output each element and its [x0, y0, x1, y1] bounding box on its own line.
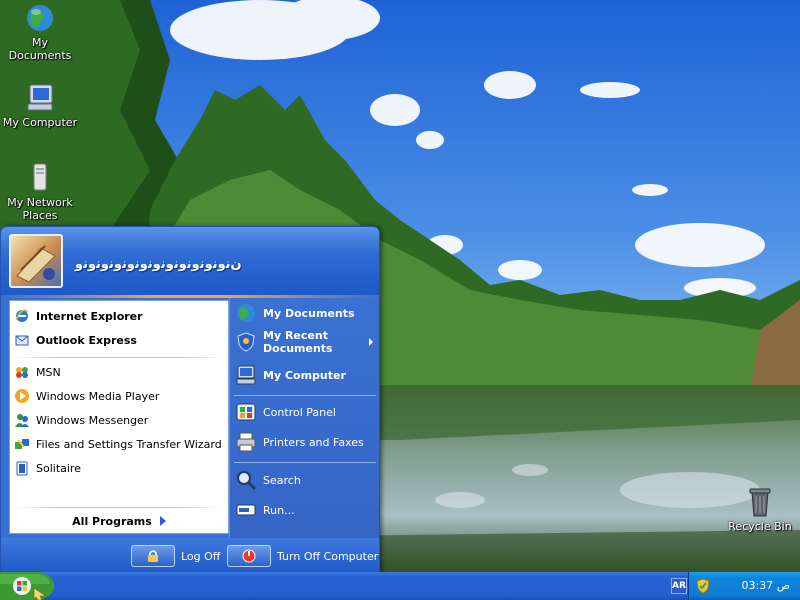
user-avatar[interactable] [9, 234, 63, 288]
globe-icon [237, 304, 255, 322]
menu-item-label: Windows Messenger [36, 413, 149, 427]
menu-separator [234, 462, 376, 463]
outlook-express-icon [15, 335, 29, 346]
desktop-icon-my-network-places[interactable]: My Network Places [0, 162, 80, 222]
search-icon [237, 471, 257, 491]
recycle-bin-icon [749, 488, 771, 517]
menu-item-search[interactable]: Search [235, 469, 375, 491]
menu-item-control-panel[interactable]: Control Panel [235, 401, 375, 423]
desktop-icon-label: Recycle Bin [728, 520, 792, 533]
menu-item-my-documents[interactable]: My Documents [235, 302, 375, 324]
menu-item-label: Control Panel [263, 405, 336, 419]
desktop-icon-my-documents[interactable]: My Documents [0, 2, 80, 62]
security-shield-icon[interactable] [695, 578, 711, 594]
menu-item-msn[interactable]: MSN [14, 361, 224, 383]
start-button[interactable] [0, 572, 56, 600]
solitaire-icon [16, 461, 28, 476]
language-indicator[interactable]: AR [671, 578, 687, 594]
menu-item-outlook-express[interactable]: Outlook Express [14, 329, 224, 351]
menu-separator [234, 395, 376, 396]
turn-off-computer-button[interactable]: Turn Off Computer [227, 545, 378, 567]
power-icon [242, 549, 256, 563]
menu-item-label: Files and Settings Transfer Wizard [36, 437, 222, 451]
printer-icon [236, 432, 256, 452]
transfer-wizard-icon [15, 439, 29, 449]
menu-item-label: Printers and Faxes [263, 435, 364, 449]
log-off-label: Log Off [181, 549, 221, 563]
start-menu-footer: Log Off Turn Off Computer [1, 538, 379, 572]
menu-item-my-recent-documents[interactable]: My Recent Documents [235, 329, 375, 355]
menu-separator [14, 507, 224, 508]
menu-item-label: Solitaire [36, 461, 81, 475]
menu-separator [14, 357, 224, 358]
menu-item-label: Outlook Express [36, 333, 137, 347]
internet-explorer-icon [15, 309, 29, 322]
menu-item-solitaire[interactable]: Solitaire [14, 457, 224, 479]
start-menu-places-pane: My Documents My Recent Documents My Comp… [229, 298, 379, 538]
run-icon [236, 504, 256, 516]
desktop-icon-label: My Network Places [7, 196, 73, 222]
menu-item-windows-messenger[interactable]: Windows Messenger [14, 409, 224, 431]
taskbar: AR 03:37 ص [0, 572, 800, 600]
menu-item-label: MSN [36, 365, 61, 379]
computer-icon [27, 84, 53, 111]
desktop-icon-label: My Computer [2, 116, 78, 129]
menu-item-printers-and-faxes[interactable]: Printers and Faxes [235, 431, 375, 453]
desktop-icon-my-computer[interactable]: My Computer [0, 82, 80, 129]
menu-item-windows-media-player[interactable]: Windows Media Player [14, 385, 224, 407]
turn-off-label: Turn Off Computer [277, 549, 379, 563]
menu-item-internet-explorer[interactable]: Internet Explorer [14, 305, 224, 327]
menu-item-run[interactable]: Run... [235, 499, 375, 521]
menu-item-label: Internet Explorer [36, 309, 143, 323]
menu-item-my-computer[interactable]: My Computer [235, 364, 375, 386]
menu-item-label: My Documents [263, 306, 355, 320]
globe-icon [27, 5, 53, 31]
start-menu-header: ﻥﻧﻭﻧﻭﻧﻭﻧﻭﻧﻭﻧﻭﻧﻭﻧﻭﻧﻭﻧﻭﻧﻭﻧﻭ [1, 227, 379, 295]
menu-item-label: Search [263, 473, 301, 487]
log-off-button[interactable]: Log Off [131, 545, 220, 567]
desktop-icon-recycle-bin[interactable]: Recycle Bin [720, 486, 800, 533]
start-menu: ﻥﻧﻭﻧﻭﻧﻭﻧﻭﻧﻭﻧﻭﻧﻭﻧﻭﻧﻭﻧﻭﻧﻭﻧﻭ Internet Explo… [0, 226, 380, 572]
all-programs-button[interactable]: All Programs [10, 509, 228, 533]
system-tray: AR 03:37 ص [671, 572, 800, 600]
menu-item-label: Run... [263, 503, 295, 517]
control-panel-icon [236, 403, 256, 421]
msn-butterfly-icon [16, 367, 28, 378]
menu-item-label: My Recent Documents [263, 329, 333, 355]
messenger-icon [15, 414, 29, 427]
desktop-icon-label: My Documents [8, 36, 72, 62]
shield-icon [237, 332, 255, 352]
key-icon [148, 550, 158, 562]
user-name: ﻥﻧﻭﻧﻭﻧﻭﻧﻭﻧﻭﻧﻭﻧﻭﻧﻭﻧﻭﻧﻭﻧﻭﻧﻭ [75, 257, 242, 272]
start-menu-programs-pane: Internet Explorer Outlook Express MSN Wi… [9, 300, 229, 534]
all-programs-label: All Programs [72, 514, 152, 528]
menu-item-files-settings-transfer-wizard[interactable]: Files and Settings Transfer Wizard [14, 433, 224, 455]
computer-icon [236, 365, 256, 385]
media-player-icon [15, 389, 29, 403]
user-picture-icon [16, 245, 56, 283]
network-icon [33, 163, 47, 191]
arrow-right-icon [159, 516, 166, 526]
menu-item-label: Windows Media Player [36, 389, 160, 403]
taskbar-clock[interactable]: 03:37 ص [741, 579, 790, 592]
menu-item-label: My Computer [263, 368, 346, 382]
submenu-arrow-icon [369, 338, 373, 346]
